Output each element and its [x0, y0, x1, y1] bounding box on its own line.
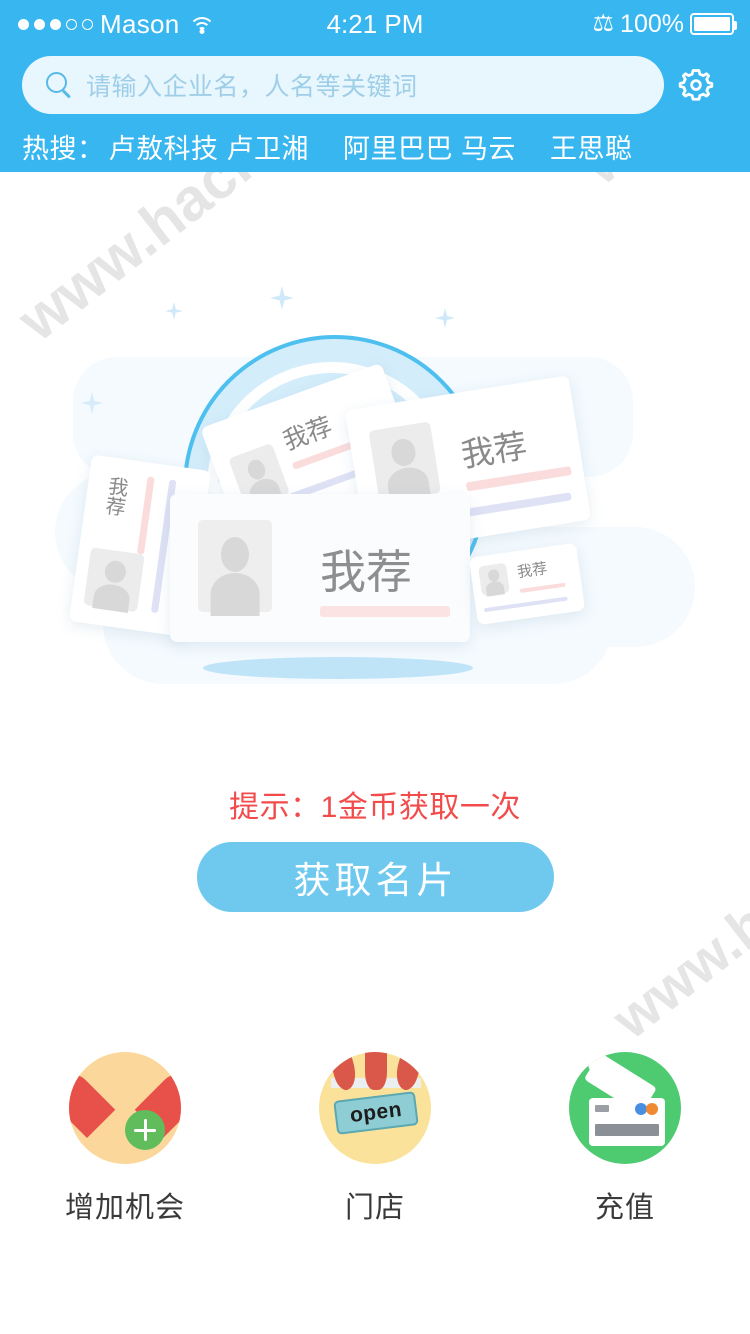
tile-label: 增加机会: [64, 1192, 185, 1224]
credit-card-icon: [569, 1052, 681, 1164]
bluetooth-icon: ⚖: [592, 10, 615, 37]
sparkle-icon: [81, 392, 103, 414]
card-label: 我荐: [458, 426, 530, 474]
hot-search-row: 热搜： 卢敖科技 卢卫湘 阿里巴巴 马云 王思聪: [0, 120, 750, 172]
search-input[interactable]: 请输入企业名，人名等关键词: [22, 56, 664, 114]
hint-text: 提示：1金币获取一次: [229, 791, 521, 824]
main-content: 我荐 我荐 我荐 我荐 我荐 提示：1金币获取一次 获取名片 增加机会 open…: [0, 172, 750, 1334]
app-screen: Mason 4:21 PM ⚖ 100% 请输入企业名，人名等关键词 热搜： 卢…: [0, 0, 750, 1334]
business-cards-illustration: 我荐 我荐 我荐 我荐 我荐: [55, 272, 695, 792]
illustration-shadow: [203, 657, 473, 679]
sparkle-icon: [165, 302, 183, 320]
status-bar: Mason 4:21 PM ⚖ 100%: [0, 0, 750, 48]
storefront-icon: open: [319, 1052, 431, 1164]
tile-add-chance[interactable]: 增加机会: [15, 1052, 235, 1226]
card-label: 我荐: [320, 546, 412, 598]
app-header: Mason 4:21 PM ⚖ 100% 请输入企业名，人名等关键词 热搜： 卢…: [0, 0, 750, 172]
hot-search-label: 热搜：: [22, 133, 105, 164]
get-card-button[interactable]: 获取名片: [197, 842, 554, 912]
sparkle-icon: [270, 286, 294, 310]
open-sign-text: open: [333, 1091, 419, 1135]
tile-label: 门店: [344, 1192, 405, 1224]
search-icon: [46, 72, 72, 99]
gear-icon: [678, 69, 714, 101]
hot-search-items: 卢敖科技 卢卫湘 阿里巴巴 马云 王思聪: [109, 127, 633, 166]
hot-search-item-1[interactable]: 阿里巴巴 马云: [343, 127, 516, 166]
hot-search-item-0[interactable]: 卢敖科技 卢卫湘: [109, 127, 310, 166]
card-label: 我荐: [516, 560, 549, 582]
tile-label: 充值: [594, 1192, 655, 1224]
tile-recharge[interactable]: 充值: [515, 1052, 735, 1226]
settings-button[interactable]: [664, 56, 728, 114]
battery-icon: [690, 13, 737, 35]
tile-store[interactable]: open 门店: [265, 1052, 485, 1226]
sparkle-icon: [435, 308, 455, 328]
hot-search-item-2[interactable]: 王思聪: [550, 127, 633, 166]
card-label: 我荐: [101, 474, 129, 518]
status-bar-right: ⚖ 100%: [592, 9, 737, 39]
battery-percent-label: 100%: [620, 9, 684, 38]
quick-action-tiles: 增加机会 open 门店 充值: [0, 1052, 750, 1226]
search-placeholder: 请输入企业名，人名等关键词: [86, 73, 418, 101]
business-card: 我荐: [170, 494, 470, 642]
heart-plus-icon: [69, 1052, 181, 1164]
search-row: 请输入企业名，人名等关键词: [0, 53, 750, 117]
